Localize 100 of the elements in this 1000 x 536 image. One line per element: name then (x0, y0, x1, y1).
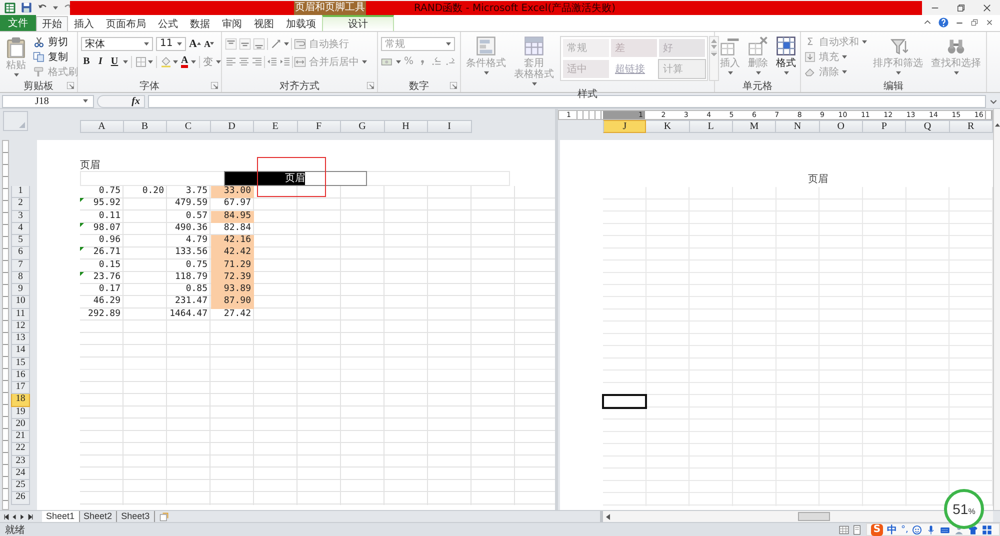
row-header[interactable]: 12 (11, 320, 30, 333)
normal-view-icon[interactable] (839, 524, 849, 534)
error-indicator-icon[interactable] (80, 272, 84, 276)
close-icon[interactable] (985, 18, 994, 27)
last-sheet-icon[interactable] (28, 514, 33, 520)
italic-button[interactable]: I (95, 56, 106, 67)
cut-button[interactable]: 剪切 (33, 35, 78, 49)
restore-icon[interactable] (956, 2, 966, 12)
save-icon[interactable] (21, 2, 32, 13)
ribbon-tab[interactable]: 文件 (0, 15, 36, 31)
row-header[interactable]: 26 (11, 492, 30, 504)
punctuation-toggle[interactable]: °, (901, 524, 908, 534)
font-name-field[interactable]: 宋体 (81, 36, 153, 50)
shrink-font-button[interactable]: A (204, 38, 214, 48)
column-header[interactable]: H (384, 120, 428, 133)
grid-icon[interactable] (982, 524, 992, 534)
column-header[interactable]: M (732, 120, 776, 133)
header-input-field[interactable]: 页眉 (224, 171, 367, 186)
row-header[interactable]: 19 (11, 406, 30, 419)
row-header[interactable]: 20 (11, 418, 30, 431)
column-header[interactable]: B (124, 120, 167, 133)
insert-sheet-icon[interactable] (158, 512, 169, 522)
column-header[interactable]: J (603, 120, 646, 133)
row-header[interactable]: 1 (11, 186, 30, 198)
underline-button[interactable]: U (109, 56, 120, 67)
name-box-field[interactable]: J18 (2, 94, 94, 108)
column-header[interactable]: A (80, 120, 124, 133)
column-header[interactable]: Q (906, 120, 950, 133)
grow-font-button[interactable]: A (189, 38, 201, 50)
row-header[interactable]: 17 (11, 382, 30, 394)
cell-cursor[interactable] (603, 395, 646, 408)
next-sheet-icon[interactable] (20, 514, 25, 520)
dialog-launcher-icon[interactable] (211, 82, 218, 89)
format-button[interactable]: 格式 (774, 35, 798, 76)
keyboard-icon[interactable] (940, 524, 950, 534)
row-header[interactable]: 10 (11, 296, 30, 308)
ribbon-tab[interactable]: 视图 (248, 16, 280, 31)
column-header[interactable]: E (254, 120, 298, 133)
row-header[interactable]: 15 (11, 358, 30, 370)
page-layout-icon[interactable] (852, 524, 862, 534)
ribbon-tab[interactable]: 数据 (184, 16, 216, 31)
scroll-left-icon[interactable] (606, 514, 610, 520)
ribbon-tab[interactable]: 页面布局 (100, 16, 152, 31)
row-header[interactable]: 11 (11, 308, 30, 321)
first-sheet-icon[interactable] (4, 514, 9, 520)
column-header[interactable]: O (820, 120, 863, 133)
row-header[interactable]: 24 (11, 468, 30, 480)
column-header[interactable]: N (776, 120, 820, 133)
shirt-icon[interactable] (968, 524, 978, 534)
error-indicator-icon[interactable] (80, 247, 84, 252)
row-header[interactable]: 3 (11, 210, 30, 223)
scrollbar-thumb[interactable] (798, 512, 830, 521)
column-header[interactable]: K (646, 120, 690, 133)
row-header[interactable]: 9 (11, 284, 30, 296)
restore-icon[interactable] (970, 18, 979, 27)
error-indicator-icon[interactable] (80, 222, 84, 227)
font-color-button[interactable]: A (181, 56, 188, 68)
column-header[interactable]: D (210, 120, 254, 133)
column-header[interactable]: R (950, 120, 993, 133)
column-header[interactable]: L (690, 120, 733, 133)
font-size-field[interactable]: 11 (156, 36, 186, 50)
ribbon-tab[interactable]: 插入 (68, 16, 100, 31)
row-header[interactable]: 25 (11, 480, 30, 492)
row-header[interactable]: 13 (11, 333, 30, 346)
previous-sheet-icon[interactable] (12, 514, 17, 520)
column-header[interactable]: F (298, 120, 341, 133)
column-header[interactable]: G (341, 120, 384, 133)
close-icon[interactable] (982, 2, 992, 12)
row-header[interactable]: 23 (11, 456, 30, 468)
row-header[interactable]: 22 (11, 443, 30, 456)
row-header[interactable]: 14 (11, 345, 30, 358)
sheet-tab[interactable]: Sheet1 (42, 511, 80, 522)
vertical-scrollbar[interactable] (993, 109, 1000, 510)
dialog-launcher-icon[interactable] (367, 82, 374, 89)
row-header[interactable]: 2 (11, 198, 30, 210)
ribbon-tab[interactable]: 加载项 (280, 16, 322, 31)
row-header[interactable]: 7 (11, 260, 30, 272)
row-header[interactable]: 21 (11, 431, 30, 444)
ribbon-tab[interactable]: 设计 (322, 15, 394, 31)
ribbon-tab[interactable]: 开始 (36, 16, 68, 31)
error-indicator-icon[interactable] (80, 198, 84, 202)
row-header[interactable]: 18 (11, 394, 30, 406)
ribbon-tab[interactable]: 审阅 (216, 16, 248, 31)
column-header[interactable]: P (862, 120, 906, 133)
bold-button[interactable]: B (81, 56, 92, 67)
help-icon[interactable] (938, 17, 949, 28)
dialog-launcher-icon[interactable] (67, 82, 74, 89)
column-header[interactable]: C (167, 120, 210, 133)
row-header[interactable]: 8 (11, 272, 30, 284)
copy-button[interactable]: 复制 (33, 50, 78, 64)
column-header[interactable]: I (428, 120, 472, 133)
scroll-up-icon[interactable] (994, 123, 1000, 127)
row-header[interactable]: 16 (11, 370, 30, 382)
smiley-icon[interactable] (912, 524, 922, 534)
ribbon-tab[interactable]: 公式 (152, 16, 184, 31)
input-mode-toggle[interactable]: 中 (887, 522, 897, 536)
row-header[interactable]: 4 (11, 222, 30, 235)
microphone-icon[interactable] (926, 524, 936, 534)
row-header[interactable]: 6 (11, 247, 30, 260)
row-header[interactable]: 5 (11, 235, 30, 248)
